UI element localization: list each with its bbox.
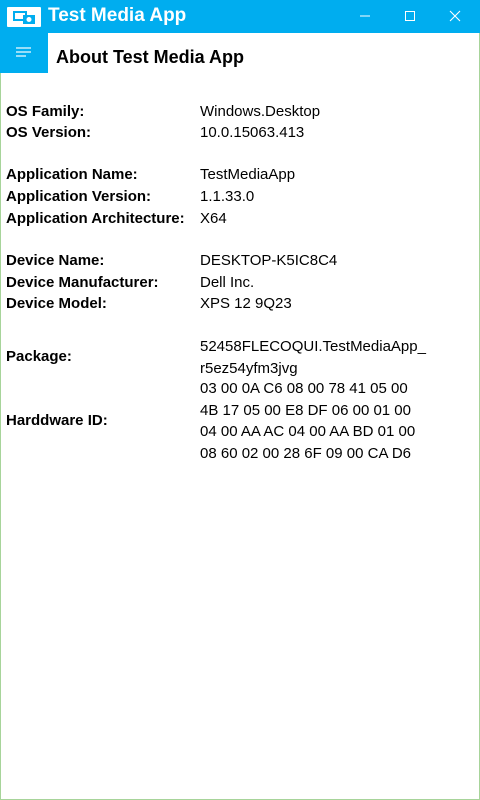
package-value-line: 52458FLECOQUI.TestMediaApp_ bbox=[200, 338, 426, 355]
minimize-button[interactable] bbox=[342, 0, 388, 33]
title-bar[interactable]: Test Media App bbox=[0, 0, 480, 33]
device-manufacturer-value: Dell Inc. bbox=[200, 274, 255, 291]
minimize-icon bbox=[360, 15, 370, 17]
close-icon bbox=[449, 10, 461, 22]
device-manufacturer-label: Device Manufacturer: bbox=[6, 274, 159, 291]
device-name-value: DESKTOP-K5IC8C4 bbox=[200, 252, 338, 269]
os-family-label: OS Family: bbox=[6, 103, 85, 120]
hamburger-menu-button[interactable] bbox=[0, 33, 48, 73]
package-value: 52458FLECOQUI.TestMediaApp_ r5ez54yfm3jv… bbox=[200, 336, 426, 379]
app-arch-value: X64 bbox=[200, 210, 227, 227]
hamburger-menu-icon bbox=[16, 47, 31, 57]
window-title: Test Media App bbox=[48, 5, 187, 26]
app-name-label: Application Name: bbox=[6, 166, 138, 183]
maximize-button[interactable] bbox=[387, 0, 433, 33]
device-model-label: Device Model: bbox=[6, 295, 107, 312]
hardware-id-line: 4B 17 05 00 E8 DF 06 00 01 00 bbox=[200, 401, 411, 419]
app-version-label: Application Version: bbox=[6, 188, 152, 205]
package-value-line: r5ez54yfm3jvg bbox=[200, 359, 298, 377]
os-version-value: 10.0.15063.413 bbox=[200, 124, 305, 141]
close-button[interactable] bbox=[432, 0, 478, 33]
page-title: About Test Media App bbox=[56, 47, 244, 67]
os-version-label: OS Version: bbox=[6, 124, 92, 141]
app-arch-label: Application Architecture: bbox=[6, 210, 185, 227]
hardware-id-line: 08 60 02 00 28 6F 09 00 CA D6 bbox=[200, 444, 411, 462]
os-family-value: Windows.Desktop bbox=[200, 103, 321, 120]
device-model-value: XPS 12 9Q23 bbox=[200, 295, 292, 312]
package-label: Package: bbox=[6, 348, 72, 365]
hardware-id-line: 04 00 AA AC 04 00 AA BD 01 00 bbox=[200, 423, 416, 440]
app-logo-icon bbox=[7, 7, 41, 27]
app-name-value: TestMediaApp bbox=[200, 166, 296, 183]
hardware-id-line: 03 00 0A C6 08 00 78 41 05 00 bbox=[200, 380, 408, 397]
hardware-id-label: Harddware ID: bbox=[6, 412, 108, 429]
device-name-label: Device Name: bbox=[6, 252, 105, 269]
maximize-icon bbox=[405, 11, 415, 21]
app-version-value: 1.1.33.0 bbox=[200, 188, 255, 205]
hardware-id-value: 03 00 0A C6 08 00 78 41 05 00 4B 17 05 0… bbox=[200, 378, 415, 464]
